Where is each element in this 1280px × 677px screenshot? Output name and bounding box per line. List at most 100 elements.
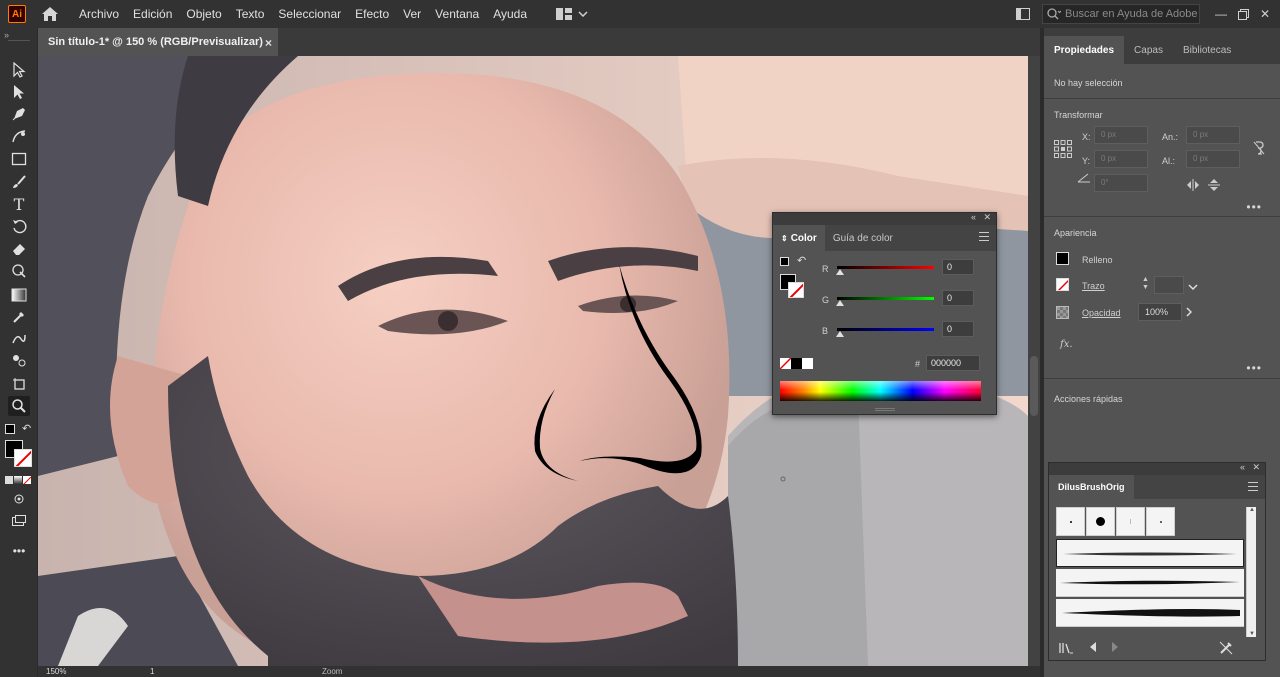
symbol-sprayer-tool-icon[interactable] — [8, 351, 30, 371]
flip-horizontal-icon[interactable] — [1186, 179, 1200, 194]
edit-toolbar-icon[interactable]: ••• — [8, 541, 30, 561]
stroke-color-swatch[interactable] — [788, 282, 804, 298]
flip-vertical-icon[interactable] — [1208, 178, 1220, 195]
color-spectrum[interactable] — [780, 381, 981, 401]
curvature-tool-icon[interactable] — [8, 126, 30, 146]
angle-field[interactable]: 0° — [1094, 174, 1148, 192]
vertical-scrollbar[interactable] — [1028, 56, 1040, 666]
width-field[interactable]: 0 px — [1186, 126, 1240, 144]
menu-seleccionar[interactable]: Seleccionar — [271, 7, 348, 21]
close-brush-panel-icon[interactable]: ✕ — [1252, 462, 1260, 473]
white-swatch[interactable] — [802, 358, 813, 369]
swap-fill-stroke-icon[interactable]: ↶ — [797, 254, 806, 267]
opacity-field[interactable]: 100% — [1138, 303, 1182, 321]
help-search[interactable]: Buscar en Ayuda de Adobe — [1042, 4, 1200, 24]
b-slider-thumb[interactable] — [836, 331, 844, 337]
eraser-tool-icon[interactable] — [8, 239, 30, 259]
x-field[interactable]: 0 px — [1094, 126, 1148, 144]
stroke-indicator[interactable] — [1056, 278, 1069, 291]
restore-button[interactable] — [1232, 4, 1254, 24]
direct-selection-tool-icon[interactable] — [8, 82, 30, 102]
brush-list-scrollbar[interactable]: ▲ ▼ — [1246, 507, 1256, 637]
menu-objeto[interactable]: Objeto — [179, 7, 228, 21]
tab-libraries[interactable]: Bibliotecas — [1173, 36, 1241, 64]
menu-ayuda[interactable]: Ayuda — [486, 7, 534, 21]
g-slider[interactable] — [837, 297, 934, 300]
none-mode-icon[interactable] — [23, 476, 31, 484]
pen-tool-icon[interactable] — [8, 104, 30, 124]
appearance-more-icon[interactable]: ••• — [1246, 361, 1262, 375]
collapse-brush-panel-icon[interactable]: « — [1240, 462, 1245, 472]
brush-libraries-menu-icon[interactable] — [1059, 642, 1073, 657]
minimize-button[interactable]: — — [1210, 4, 1232, 24]
menu-efecto[interactable]: Efecto — [348, 7, 396, 21]
stroke-weight-field[interactable] — [1154, 276, 1184, 294]
stroke-weight-dropdown-icon[interactable] — [1188, 281, 1198, 293]
menu-ventana[interactable]: Ventana — [428, 7, 486, 21]
home-icon[interactable] — [40, 4, 60, 24]
hex-value-field[interactable]: 000000 — [926, 355, 980, 371]
document-tab[interactable]: Sin título-1* @ 150 % (RGB/Previsualizar… — [38, 28, 278, 56]
color-panel-header[interactable]: « ✕ — [773, 212, 996, 225]
opacity-label[interactable]: Opacidad — [1082, 308, 1121, 318]
menu-archivo[interactable]: Archivo — [72, 7, 126, 21]
brush-row-selected[interactable] — [1056, 539, 1244, 567]
fill-indicator[interactable] — [1056, 252, 1069, 265]
scrollbar-thumb[interactable] — [1030, 356, 1038, 416]
stroke-weight-stepper[interactable]: ▲ ▼ — [1142, 276, 1152, 294]
none-swatch[interactable] — [780, 358, 791, 369]
stroke-label[interactable]: Trazo — [1082, 281, 1105, 291]
brush-cell[interactable] — [1086, 507, 1115, 536]
tab-color[interactable]: ⇕ Color — [773, 225, 825, 251]
menu-texto[interactable]: Texto — [229, 7, 272, 21]
b-slider[interactable] — [837, 328, 934, 331]
r-slider[interactable] — [837, 266, 934, 269]
constrain-proportions-icon[interactable] — [1252, 140, 1266, 159]
transform-more-icon[interactable]: ••• — [1246, 200, 1262, 214]
menu-ver[interactable]: Ver — [396, 7, 428, 21]
paintbrush-tool-icon[interactable] — [8, 172, 30, 192]
artboard-tool-icon[interactable] — [8, 374, 30, 394]
next-library-icon[interactable] — [1111, 642, 1119, 655]
panel-menu-icon[interactable] — [979, 232, 989, 241]
fx-effects-button[interactable]: fx. — [1060, 339, 1073, 350]
zoom-tool-icon[interactable] — [8, 396, 30, 416]
shape-builder-tool-icon[interactable] — [8, 261, 30, 281]
rectangle-tool-icon[interactable] — [8, 149, 30, 169]
zoom-level-field[interactable]: 150% — [46, 667, 66, 676]
tab-color-guide[interactable]: Guía de color — [825, 225, 901, 251]
previous-library-icon[interactable] — [1089, 642, 1097, 655]
opacity-arrow-icon[interactable] — [1186, 307, 1193, 320]
tab-brush-library[interactable]: DilusBrushOrig — [1049, 475, 1134, 499]
eyedropper-tool-icon[interactable] — [8, 307, 30, 327]
tab-layers[interactable]: Capas — [1124, 36, 1173, 64]
artboard-number-field[interactable]: 1 — [150, 667, 154, 676]
reference-point-icon[interactable] — [1054, 140, 1072, 161]
brush-row[interactable] — [1056, 599, 1244, 627]
height-field[interactable]: 0 px — [1186, 150, 1240, 168]
menu-edicion[interactable]: Edición — [126, 7, 179, 21]
g-slider-thumb[interactable] — [836, 300, 844, 306]
panel-toggle-icon[interactable] — [1012, 4, 1034, 24]
close-tab-icon[interactable]: × — [265, 36, 272, 50]
brush-cell[interactable] — [1146, 507, 1175, 536]
screen-mode-icon[interactable] — [8, 511, 30, 531]
remove-brush-stroke-icon[interactable] — [1219, 641, 1233, 658]
collapse-panel-icon[interactable]: « — [971, 212, 976, 222]
stroke-swatch[interactable] — [14, 449, 32, 467]
color-mode-icon[interactable] — [5, 476, 13, 484]
swap-colors-icon[interactable]: ↶ — [22, 422, 31, 435]
rotate-tool-icon[interactable] — [8, 216, 30, 236]
brush-panel-header[interactable]: « ✕ — [1049, 462, 1265, 475]
r-slider-thumb[interactable] — [836, 269, 844, 275]
brush-cell[interactable] — [1056, 507, 1085, 536]
blend-tool-icon[interactable] — [8, 329, 30, 349]
collapse-toolbar-icon[interactable]: » — [4, 30, 9, 40]
gradient-mode-icon[interactable] — [14, 476, 22, 484]
b-value-field[interactable]: 0 — [942, 321, 974, 337]
y-field[interactable]: 0 px — [1094, 150, 1148, 168]
type-tool-icon[interactable]: T — [8, 194, 30, 214]
workspace-switcher[interactable] — [556, 8, 588, 20]
close-panel-icon[interactable]: ✕ — [983, 212, 991, 223]
panel-resize-grip[interactable] — [875, 408, 895, 411]
